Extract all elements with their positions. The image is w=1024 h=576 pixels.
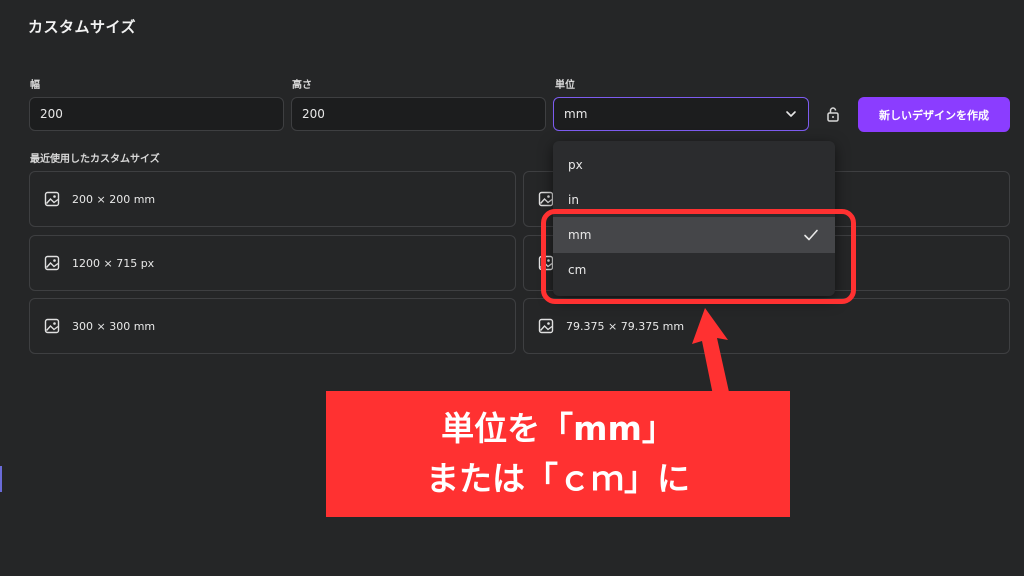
annotation-arrow	[692, 308, 729, 395]
unit-option-label: in	[568, 193, 579, 207]
unit-label: 単位	[555, 80, 575, 91]
annotation-line-1: 単位を「mm」	[441, 409, 675, 448]
annotation-callout: 単位を「mm」 または「ｃｍ」に	[326, 391, 790, 517]
unlock-icon[interactable]	[824, 105, 842, 123]
image-icon	[44, 255, 60, 271]
unit-option-px[interactable]: px	[553, 147, 835, 183]
height-label: 高さ	[292, 80, 312, 91]
width-value: 200	[40, 107, 63, 121]
width-input[interactable]: 200	[29, 97, 284, 131]
recent-size-text: 200 × 200 mm	[72, 192, 156, 206]
recent-size-card[interactable]: 79.375 × 79.375 mm	[523, 298, 1010, 354]
image-icon	[538, 191, 554, 207]
chevron-down-icon	[786, 111, 796, 117]
recent-size-card[interactable]: 200 × 200 mm	[29, 171, 516, 227]
unit-select-value: mm	[564, 107, 588, 121]
image-icon	[538, 318, 554, 334]
height-value: 200	[302, 107, 325, 121]
recent-size-text: 300 × 300 mm	[72, 319, 156, 333]
recent-size-card[interactable]: 1200 × 715 px	[29, 235, 516, 291]
width-label: 幅	[30, 80, 40, 91]
unit-select[interactable]: mm	[553, 97, 809, 131]
edge-indicator	[0, 466, 2, 492]
image-icon	[44, 318, 60, 334]
height-input[interactable]: 200	[291, 97, 546, 131]
recent-sizes-label: 最近使用したカスタムサイズ	[30, 154, 160, 165]
page-title: カスタムサイズ	[28, 18, 137, 36]
image-icon	[44, 191, 60, 207]
create-design-button[interactable]: 新しいデザインを作成	[858, 97, 1010, 132]
annotation-line-2: または「ｃｍ」に	[426, 459, 690, 498]
annotation-highlight-box	[541, 209, 856, 304]
recent-size-card[interactable]: 300 × 300 mm	[29, 298, 516, 354]
unit-option-label: px	[568, 158, 583, 172]
recent-size-text: 1200 × 715 px	[72, 256, 155, 270]
recent-size-text: 79.375 × 79.375 mm	[566, 319, 685, 333]
